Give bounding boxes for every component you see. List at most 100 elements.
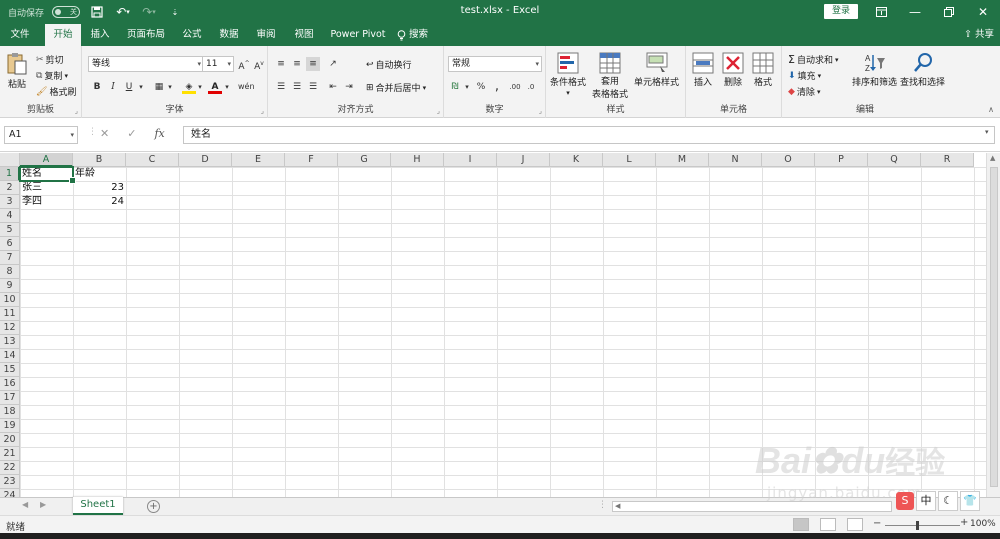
undo-icon[interactable]: ↶ ▾	[114, 3, 132, 21]
increase-font-icon[interactable]: A^	[237, 57, 251, 72]
row-header[interactable]: 16	[0, 377, 20, 391]
tell-me-search[interactable]: 搜索	[397, 24, 441, 46]
cancel-icon[interactable]: ✕	[100, 127, 109, 140]
row-header[interactable]: 22	[0, 461, 20, 475]
next-sheet-icon[interactable]: ▶	[40, 500, 46, 509]
cell-b2[interactable]: 23	[73, 181, 126, 195]
column-header[interactable]: I	[444, 153, 497, 167]
customize-qat-icon[interactable]: ⇣	[166, 3, 184, 21]
row-header[interactable]: 11	[0, 307, 20, 321]
italic-icon[interactable]: I	[106, 80, 120, 94]
cell-a3[interactable]: 李四	[20, 195, 73, 209]
comma-style-icon[interactable]: ,	[490, 80, 504, 94]
ribbon-display-options-icon[interactable]	[864, 0, 898, 24]
column-header[interactable]: E	[232, 153, 285, 167]
column-header[interactable]: M	[656, 153, 709, 167]
row-header[interactable]: 18	[0, 405, 20, 419]
tab-home[interactable]: 开始	[45, 24, 81, 46]
column-header[interactable]: A	[20, 153, 73, 167]
zoom-level[interactable]: 100%	[970, 519, 996, 529]
page-layout-view-icon[interactable]	[820, 518, 836, 531]
tab-view[interactable]: 视图	[288, 24, 320, 46]
font-size-select[interactable]: 11 ▾	[202, 56, 234, 72]
wrap-text-button[interactable]: ↩ 自动换行	[366, 58, 412, 72]
align-middle-icon[interactable]: ≡	[290, 57, 304, 71]
bold-icon[interactable]: B	[90, 80, 104, 94]
restore-icon[interactable]	[932, 0, 966, 24]
tab-power-pivot[interactable]: Power Pivot	[327, 24, 389, 46]
row-header[interactable]: 13	[0, 335, 20, 349]
column-header[interactable]: F	[285, 153, 338, 167]
row-header[interactable]: 7	[0, 251, 20, 265]
expand-formula-bar-icon[interactable]: ▾	[985, 128, 989, 136]
sort-filter-button[interactable]: AZ 排序和筛选	[852, 52, 897, 88]
cell-b1[interactable]: 年龄	[73, 167, 126, 181]
fill-button[interactable]: ⬇ 填充 ▾	[788, 69, 821, 83]
insert-function-icon[interactable]: fx	[154, 127, 164, 140]
autosum-button[interactable]: Σ 自动求和 ▾	[788, 53, 838, 66]
column-header[interactable]: L	[603, 153, 656, 167]
select-all-corner[interactable]	[0, 153, 20, 167]
row-header[interactable]: 24	[0, 489, 20, 497]
column-header[interactable]: B	[73, 153, 126, 167]
login-button[interactable]: 登录	[824, 4, 858, 19]
skin-icon[interactable]: 👕	[960, 491, 980, 511]
align-center-icon[interactable]: ☰	[290, 80, 304, 94]
close-icon[interactable]: ✕	[966, 0, 1000, 24]
cell-area[interactable]	[20, 167, 986, 497]
conditional-formatting-button[interactable]: 条件格式 ▾	[550, 52, 586, 97]
row-header[interactable]: 23	[0, 475, 20, 489]
clear-button[interactable]: ◆ 清除 ▾	[788, 85, 820, 99]
number-dialog-launcher-icon[interactable]: ⌟	[539, 107, 542, 115]
row-header[interactable]: 10	[0, 293, 20, 307]
collapse-ribbon-icon[interactable]: ∧	[988, 105, 994, 114]
decrease-font-icon[interactable]: Av	[252, 57, 266, 72]
delete-cells-button[interactable]: 删除	[722, 52, 744, 88]
fill-color-dropdown-icon[interactable]: ▾	[193, 80, 207, 94]
row-header[interactable]: 20	[0, 433, 20, 447]
row-header[interactable]: 6	[0, 237, 20, 251]
ime-mode-toggle[interactable]: 中	[916, 491, 936, 511]
row-header[interactable]: 1	[0, 167, 20, 181]
row-header[interactable]: 12	[0, 321, 20, 335]
row-header[interactable]: 19	[0, 419, 20, 433]
column-header[interactable]: G	[338, 153, 391, 167]
minimize-icon[interactable]: —	[898, 0, 932, 24]
cell-b3[interactable]: 24	[73, 195, 126, 209]
border-dropdown-icon[interactable]: ▾	[163, 80, 177, 94]
underline-dropdown-icon[interactable]: ▾	[134, 80, 148, 94]
row-header[interactable]: 17	[0, 391, 20, 405]
row-header[interactable]: 21	[0, 447, 20, 461]
save-icon[interactable]	[88, 3, 106, 21]
tab-formulas[interactable]: 公式	[176, 24, 208, 46]
vertical-scroll-thumb[interactable]	[990, 167, 998, 487]
zoom-out-icon[interactable]: −	[873, 518, 881, 529]
cell-a2[interactable]: 张三	[20, 181, 73, 195]
row-header[interactable]: 2	[0, 181, 20, 195]
share-button[interactable]: ⇪ 共享	[964, 24, 994, 46]
format-cells-button[interactable]: 格式	[752, 52, 774, 88]
normal-view-icon[interactable]	[793, 518, 809, 531]
tab-split-handle-icon[interactable]: ⋮	[598, 500, 607, 510]
sheet-tab-sheet1[interactable]: Sheet1	[73, 497, 123, 515]
zoom-slider[interactable]	[885, 525, 960, 526]
align-bottom-icon[interactable]: ≡	[306, 57, 320, 71]
paste-button[interactable]: 粘贴	[6, 52, 28, 90]
autosave-toggle[interactable]: 关	[52, 6, 81, 18]
enter-icon[interactable]: ✓	[127, 127, 136, 140]
tab-insert[interactable]: 插入	[84, 24, 116, 46]
scroll-up-icon[interactable]: ▲	[990, 154, 995, 162]
increase-indent-icon[interactable]: ⇥	[342, 80, 356, 94]
column-header[interactable]: H	[391, 153, 444, 167]
horizontal-scrollbar[interactable]: ◀	[612, 501, 892, 512]
align-right-icon[interactable]: ☰	[306, 80, 320, 94]
align-top-icon[interactable]: ≡	[274, 57, 288, 71]
scroll-left-icon[interactable]: ◀	[615, 502, 620, 510]
column-header[interactable]: O	[762, 153, 815, 167]
percent-icon[interactable]: %	[474, 80, 488, 94]
row-header[interactable]: 3	[0, 195, 20, 209]
orientation-icon[interactable]: ↗	[326, 57, 340, 71]
prev-sheet-icon[interactable]: ◀	[22, 500, 28, 509]
page-break-view-icon[interactable]	[847, 518, 863, 531]
moon-icon[interactable]: ☾	[938, 491, 958, 511]
